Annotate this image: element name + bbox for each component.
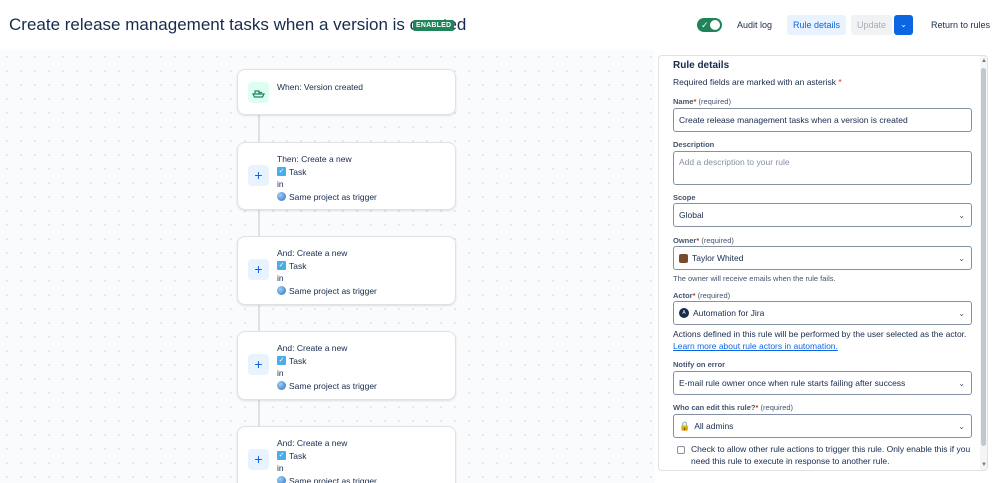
panel-scrollbar[interactable]: ▲ ▼ [980,56,987,470]
issue-type: Task [289,355,307,366]
plus-icon: + [248,449,269,470]
name-field[interactable]: Create release management tasks when a v… [673,108,972,132]
chevron-down-icon: ⌄ [958,253,965,263]
notify-select[interactable]: E-mail rule owner once when rule starts … [673,371,972,395]
audit-log-button[interactable]: Audit log [731,15,778,35]
editors-label: Who can edit this rule?* (required) [673,403,794,412]
project-label: Same project as trigger [289,380,377,391]
connector-line [258,210,260,236]
actor-select[interactable]: A Automation for Jira ⌄ [673,301,972,325]
owner-label: Owner* (required) [673,236,734,245]
issue-type-row: ✓ Task [277,260,377,273]
action-heading: Then: Create a new [277,154,352,164]
project-row: Same project as trigger [277,285,377,298]
chevron-down-icon: ⌄ [958,210,965,220]
chevron-down-icon: ⌄ [958,421,965,431]
toggle-knob [710,20,720,30]
scrollbar-thumb[interactable] [981,68,986,446]
globe-icon [277,381,286,391]
action-card[interactable]: + And: Create a new ✓ Task in Same projec… [237,426,456,483]
action-lines: Then: Create a new ✓ Task in Same project… [277,153,377,203]
scope-label: Scope [673,193,696,202]
trigger-label: When: Version created [277,82,363,92]
page-title: Create release management tasks when a v… [9,15,467,34]
task-icon: ✓ [277,261,286,271]
rule-actors-link[interactable]: Learn more about rule actors in automati… [673,341,838,351]
actor-label: Actor* (required) [673,291,731,300]
issue-type: Task [289,260,307,271]
globe-icon [277,476,286,483]
return-to-rules-button[interactable]: Return to rules [925,15,996,35]
actor-help: Actions defined in this rule will be per… [673,329,967,351]
name-label: Name* (required) [673,97,731,106]
chevron-down-icon: ⌄ [958,378,965,388]
connector-line [258,305,260,331]
project-label: Same project as trigger [289,285,377,296]
status-badge: ENABLED [413,20,455,31]
plus-icon: + [248,259,269,280]
check-icon: ✓ [701,20,709,30]
notify-label: Notify on error [673,360,726,369]
chevron-down-icon: ⌄ [958,308,965,318]
allow-trigger-label: Check to allow other rule actions to tri… [691,444,971,466]
owner-help: The owner will receive emails when the r… [673,274,836,283]
task-icon: ✓ [277,356,286,366]
scroll-down-icon[interactable]: ▼ [981,462,987,468]
rule-details-panel: Rule details Required fields are marked … [658,55,988,471]
action-heading: And: Create a new [277,248,348,258]
allow-trigger-row: Check to allow other rule actions to tri… [677,443,976,467]
project-row: Same project as trigger [277,475,377,483]
owner-select[interactable]: Taylor Whited ⌄ [673,246,972,270]
project-row: Same project as trigger [277,191,377,204]
update-options-button[interactable]: ⌄ [894,15,913,35]
action-heading: And: Create a new [277,438,348,448]
project-label: Same project as trigger [289,475,377,483]
issue-type-row: ✓ Task [277,355,377,368]
required-note: Required fields are marked with an aster… [673,77,842,87]
in-label: in [277,273,284,283]
page-header: Create release management tasks when a v… [0,0,999,50]
version-trigger-icon [248,82,269,103]
issue-type: Task [289,166,307,177]
action-lines: And: Create a new ✓ Task in Same project … [277,247,377,297]
project-row: Same project as trigger [277,380,377,393]
action-heading: And: Create a new [277,343,348,353]
chevron-down-icon: ⌄ [900,20,907,29]
scroll-up-icon[interactable]: ▲ [981,58,987,64]
avatar [679,253,688,263]
action-card[interactable]: + And: Create a new ✓ Task in Same projec… [237,236,456,305]
issue-type: Task [289,450,307,461]
connector-line [258,115,260,142]
globe-icon [277,286,286,296]
task-icon: ✓ [277,167,286,177]
plus-icon: + [248,354,269,375]
trigger-card[interactable]: When: Version created [237,69,456,115]
description-field[interactable]: Add a description to your rule [673,151,972,185]
panel-heading: Rule details [673,60,730,71]
project-label: Same project as trigger [289,191,377,202]
rule-canvas: When: Version created + Then: Create a n… [0,50,655,483]
issue-type-row: ✓ Task [277,166,377,179]
editors-select[interactable]: 🔒 All admins ⌄ [673,414,972,438]
allow-trigger-checkbox[interactable] [677,446,685,454]
scope-select[interactable]: Global ⌄ [673,203,972,227]
action-lines: And: Create a new ✓ Task in Same project … [277,342,377,392]
action-lines: And: Create a new ✓ Task in Same project … [277,437,377,483]
in-label: in [277,179,284,189]
rule-details-button[interactable]: Rule details [787,15,847,35]
action-card[interactable]: + And: Create a new ✓ Task in Same projec… [237,331,456,400]
rule-enabled-toggle[interactable]: ✓ [697,18,722,32]
in-label: in [277,368,284,378]
automation-icon: A [679,308,689,318]
update-button[interactable]: Update [851,15,892,35]
description-label: Description [673,140,715,149]
globe-icon [277,192,286,202]
action-card[interactable]: + Then: Create a new ✓ Task in Same proje… [237,142,456,210]
task-icon: ✓ [277,451,286,461]
in-label: in [277,463,284,473]
connector-line [258,400,260,426]
issue-type-row: ✓ Task [277,450,377,463]
plus-icon: + [248,165,269,186]
lock-icon: 🔒 [679,420,691,431]
